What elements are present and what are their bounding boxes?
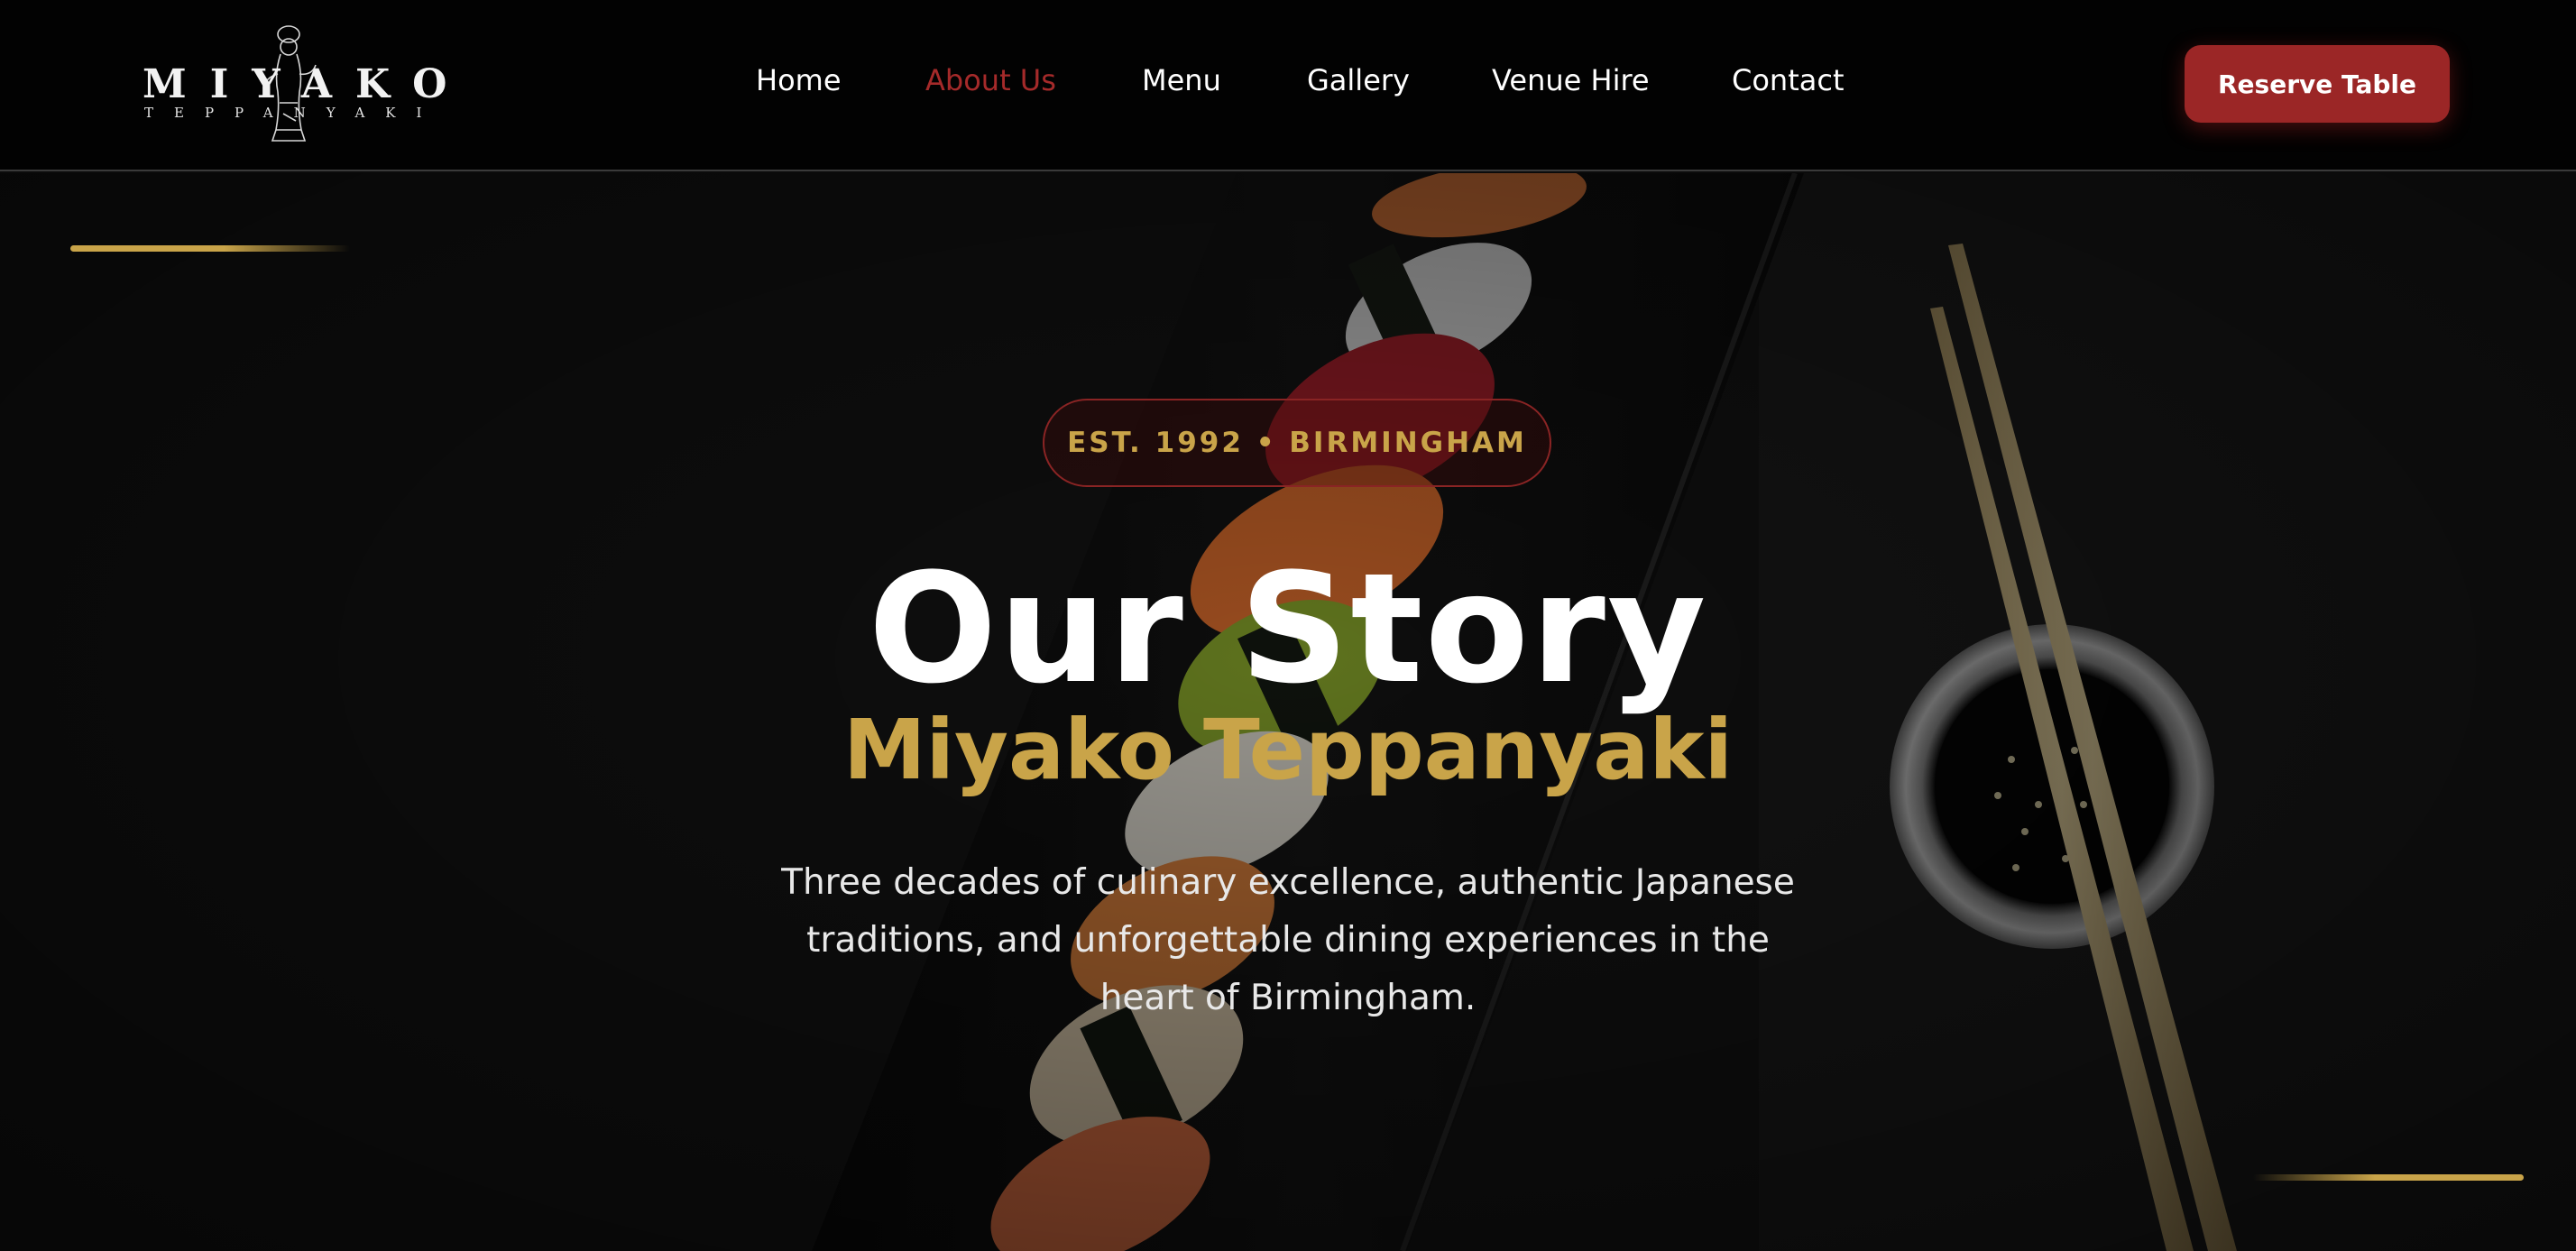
nav-menu[interactable]: Menu — [1142, 63, 1221, 97]
nav-gallery[interactable]: Gallery — [1307, 63, 1410, 97]
nav-contact[interactable]: Contact — [1732, 63, 1845, 97]
nav-venue-hire[interactable]: Venue Hire — [1492, 63, 1650, 97]
hero-title: Our Story — [868, 540, 1708, 717]
site-header: MIYAKO TEPPANYAKI Home About Us Menu Gal… — [0, 0, 2576, 171]
nav-home[interactable]: Home — [756, 63, 842, 97]
established-badge: EST. 1992 • BIRMINGHAM — [1043, 399, 1551, 487]
gold-accent-line-top-left — [70, 245, 350, 252]
reserve-table-button[interactable]: Reserve Table — [2185, 45, 2450, 123]
hero-subtitle: Miyako Teppanyaki — [842, 702, 1734, 798]
hero-section: EST. 1992 • BIRMINGHAM Our Story Miyako … — [0, 173, 2576, 1251]
nav-about-us[interactable]: About Us — [925, 63, 1056, 97]
gold-accent-line-bottom-right — [2253, 1174, 2524, 1181]
hero-description: Three decades of culinary excellence, au… — [781, 862, 1795, 1018]
